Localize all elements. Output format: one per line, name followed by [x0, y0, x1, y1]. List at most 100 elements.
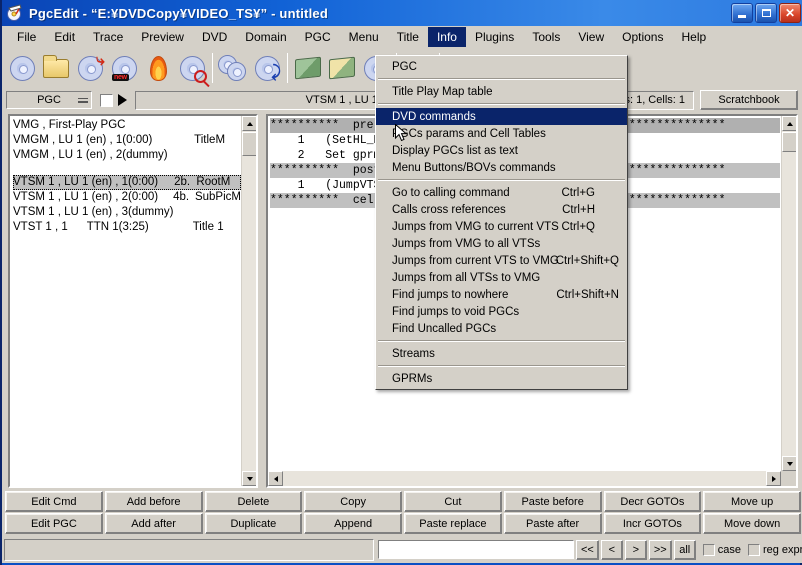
play-triangle-icon[interactable] — [118, 94, 127, 106]
menu-option-pgcs-params-and-cell-tables[interactable]: PGCs params and Cell Tables — [376, 125, 627, 142]
add-after-button[interactable]: Add after — [104, 513, 203, 534]
menu-option-find-jumps-to-nowhere[interactable]: Find jumps to nowhere Ctrl+Shift+N — [376, 286, 627, 303]
copy-button[interactable]: Copy — [304, 491, 402, 512]
close-button[interactable]: ✕ — [779, 3, 801, 23]
menu-item-pgc[interactable]: PGC — [296, 27, 340, 47]
scratchbook-button[interactable]: Scratchbook — [700, 90, 798, 110]
append-button[interactable]: Append — [304, 513, 402, 534]
open-disc-icon[interactable] — [5, 51, 39, 85]
incr-gotos-button[interactable]: Incr GOTOs — [603, 513, 702, 534]
search-next-button[interactable]: > — [624, 539, 647, 560]
save-as-book-icon[interactable] — [325, 51, 359, 85]
menu-option-jumps-from-all-vtss-to-vmg[interactable]: Jumps from all VTSs to VMG — [376, 269, 627, 286]
menu-option-find-uncalled-pgcs[interactable]: Find Uncalled PGCs — [376, 320, 627, 337]
menu-option-display-pgcs-list-as-text[interactable]: Display PGCs list as text — [376, 142, 627, 159]
pgc-label — [194, 148, 241, 163]
scroll-right-button[interactable] — [766, 471, 781, 486]
list-item[interactable]: VTSM 1 , LU 1 (en) , 3 (dummy) — [13, 205, 241, 220]
menu-item-file[interactable]: File — [8, 27, 45, 47]
maximize-button[interactable] — [755, 3, 777, 23]
delete-button[interactable]: Delete — [204, 491, 303, 512]
paste-after-button[interactable]: Paste after — [503, 513, 602, 534]
list-item[interactable]: VTSM 1 , LU 1 (en) , 2 (0:00) 4b. SubPic… — [13, 190, 241, 205]
menu-item-menu[interactable]: Menu — [340, 27, 388, 47]
menu-option-calls-cross-references[interactable]: Calls cross references Ctrl+H — [376, 201, 627, 218]
menu-item-tools[interactable]: Tools — [523, 27, 569, 47]
menu-item-domain[interactable]: Domain — [236, 27, 295, 47]
menu-option-go-to-calling-command[interactable]: Go to calling command Ctrl+G — [376, 184, 627, 201]
red-arrow-icon: ⤷ — [96, 52, 105, 69]
edit-cmd-button[interactable]: Edit Cmd — [5, 491, 103, 512]
menu-option-jumps-from-current-vts-to-vmg[interactable]: Jumps from current VTS to VMG Ctrl+Shift… — [376, 252, 627, 269]
import-disc-icon[interactable]: ⤸ — [250, 51, 284, 85]
duplicate-button[interactable]: Duplicate — [204, 513, 303, 534]
scroll-down-button[interactable] — [782, 456, 796, 471]
search-prev-button[interactable]: < — [600, 539, 623, 560]
search-first-button[interactable]: << — [576, 539, 599, 560]
menu-item-help[interactable]: Help — [672, 27, 715, 47]
menu-option-find-jumps-to-void-pgcs[interactable]: Find jumps to void PGCs — [376, 303, 627, 320]
menu-item-view[interactable]: View — [569, 27, 613, 47]
search-input[interactable] — [378, 540, 574, 559]
case-checkbox-group[interactable]: case — [702, 543, 741, 556]
save-book-icon[interactable] — [291, 51, 325, 85]
minimize-button[interactable] — [731, 3, 753, 23]
menu-item-title[interactable]: Title — [388, 27, 428, 47]
menu-accel: Ctrl+Shift+Q — [555, 254, 619, 267]
list-item-selected[interactable]: VTSM 1 , LU 1 (en) , 1 (0:00) 2b. RootM — [13, 175, 241, 190]
menu-item-dvd[interactable]: DVD — [193, 27, 236, 47]
search-disc-icon[interactable] — [175, 51, 209, 85]
list-item[interactable]: VMG , First-Play PGC — [13, 118, 241, 133]
paste-before-button[interactable]: Paste before — [503, 491, 602, 512]
scroll-thumb[interactable] — [242, 132, 256, 156]
paste-replace-button[interactable]: Paste replace — [404, 513, 502, 534]
menu-item-edit[interactable]: Edit — [45, 27, 84, 47]
pgc-checkbox[interactable] — [100, 93, 113, 107]
list-item[interactable]: VMGM , LU 1 (en) , 1 (0:00) TitleM — [13, 133, 241, 148]
move-up-button[interactable]: Move up — [703, 491, 801, 512]
pgc-num — [174, 205, 196, 220]
menu-item-preview[interactable]: Preview — [132, 27, 193, 47]
code-vertical-scrollbar[interactable] — [781, 116, 796, 471]
menu-option-jumps-from-vmg-to-current-vts[interactable]: Jumps from VMG to current VTS Ctrl+Q — [376, 218, 627, 235]
scroll-up-button[interactable] — [242, 116, 256, 131]
menu-separator — [378, 78, 625, 80]
list-item[interactable]: VMGM , LU 1 (en) , 2 (dummy) — [13, 148, 241, 163]
menu-accel: Ctrl+G — [561, 186, 595, 199]
reload-disc-icon[interactable]: ⤷ — [73, 51, 107, 85]
menu-option-jumps-from-vmg-to-all-vtss[interactable]: Jumps from VMG to all VTSs — [376, 235, 627, 252]
scroll-left-button[interactable] — [268, 471, 283, 486]
menu-item-trace[interactable]: Trace — [84, 27, 132, 47]
burn-icon[interactable] — [141, 51, 175, 85]
search-last-button[interactable]: >> — [648, 539, 672, 560]
menu-item-plugins[interactable]: Plugins — [466, 27, 523, 47]
menu-option-gprms[interactable]: GPRMs — [376, 370, 627, 387]
new-disc-icon[interactable]: new — [107, 51, 141, 85]
copy-discs-icon[interactable] — [216, 51, 250, 85]
search-all-button[interactable]: all — [673, 539, 696, 560]
scroll-thumb[interactable] — [782, 132, 796, 152]
menu-option-dvd-commands[interactable]: DVD commands — [376, 108, 627, 125]
pgc-type-combo[interactable]: PGC — [6, 91, 92, 109]
code-horizontal-scrollbar[interactable] — [268, 471, 781, 486]
menu-option-menu-buttons-bovs-commands[interactable]: Menu Buttons/BOVs commands — [376, 159, 627, 176]
menu-item-info[interactable]: Info — [427, 26, 466, 47]
edit-pgc-button[interactable]: Edit PGC — [5, 513, 103, 534]
pgc-list-vertical-scrollbar[interactable] — [241, 116, 256, 486]
add-before-button[interactable]: Add before — [104, 491, 203, 512]
regexp-checkbox-group[interactable]: reg expr — [747, 543, 802, 556]
move-down-button[interactable]: Move down — [703, 513, 801, 534]
menu-option-streams[interactable]: Streams — [376, 345, 627, 362]
case-checkbox[interactable] — [702, 543, 715, 556]
regexp-checkbox[interactable] — [747, 543, 760, 556]
menu-item-options[interactable]: Options — [613, 27, 672, 47]
menu-option-title-play-map-table[interactable]: Title Play Map table — [376, 83, 627, 100]
cut-button[interactable]: Cut — [404, 491, 502, 512]
list-item[interactable]: VTST 1 , 1 TTN 1 (3:25) Title 1 — [13, 220, 241, 235]
scroll-down-button[interactable] — [242, 471, 256, 486]
open-folder-icon[interactable] — [39, 51, 73, 85]
scroll-up-button[interactable] — [782, 116, 796, 131]
menu-option-pgc[interactable]: PGC — [376, 58, 627, 75]
decr-gotos-button[interactable]: Decr GOTOs — [603, 491, 702, 512]
regexp-label: reg expr — [762, 543, 802, 556]
